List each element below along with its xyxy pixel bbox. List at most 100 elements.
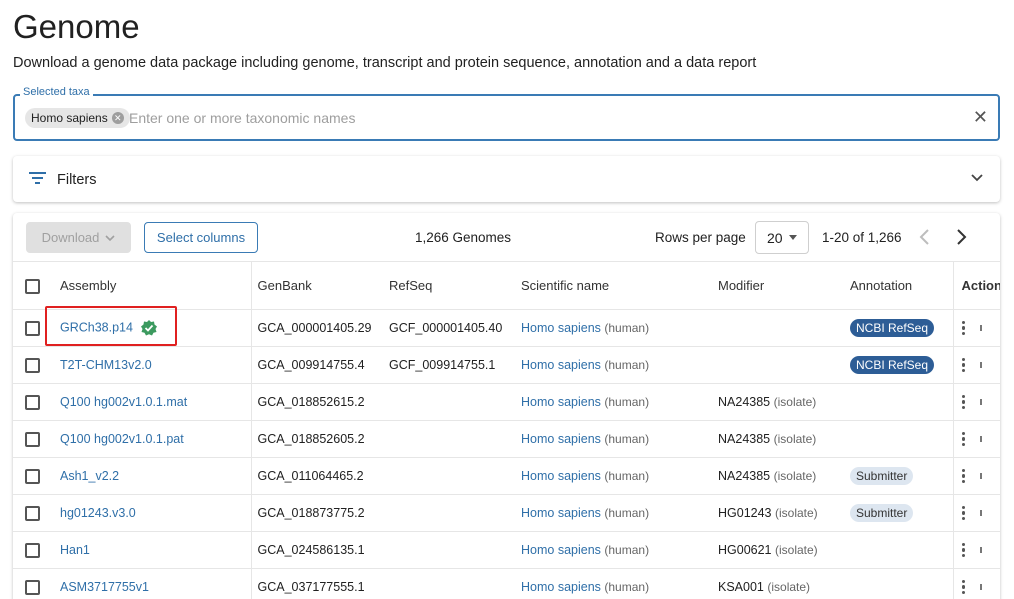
- assembly-link[interactable]: Han1: [60, 543, 90, 557]
- rows-per-page-select[interactable]: 20: [755, 221, 809, 254]
- table-row[interactable]: Q100 hg002v1.0.1.mat GCA_018852615.2 Homo …: [13, 383, 1000, 421]
- annotation-cell: [843, 568, 954, 599]
- scientific-name-link[interactable]: Homo sapiens: [521, 469, 601, 483]
- assembly-link[interactable]: hg01243.v3.0: [60, 506, 136, 520]
- select-all-checkbox[interactable]: [25, 278, 40, 294]
- more-vert-icon[interactable]: [961, 393, 966, 412]
- common-name: (human): [604, 395, 650, 409]
- taxon-chip-label: Homo sapiens: [31, 111, 108, 125]
- row-select-cell[interactable]: [13, 383, 49, 421]
- taxa-search-field[interactable]: Homo sapiens ✕ Enter one or more taxonom…: [13, 94, 1000, 141]
- modifier-cell: HG01243 (isolate): [711, 494, 843, 532]
- modifier-type: (isolate): [767, 580, 811, 594]
- filters-panel[interactable]: Filters: [13, 156, 1000, 202]
- table-row[interactable]: Ash1_v2.2 GCA_011064465.2 Homo sapiens (hu…: [13, 457, 1000, 495]
- modifier-cell: NA24385 (isolate): [711, 457, 843, 495]
- header-scientific-name[interactable]: Scientific name: [514, 261, 711, 310]
- table-row[interactable]: ASM3717755v1 GCA_037177555.1 Homo sapiens …: [13, 568, 1000, 599]
- row-select-cell[interactable]: [13, 309, 49, 347]
- header-annotation[interactable]: Annotation: [843, 261, 954, 310]
- more-vert-icon[interactable]: [961, 430, 966, 449]
- scientific-name-link[interactable]: Homo sapiens: [521, 432, 601, 446]
- assembly-link[interactable]: ASM3717755v1: [60, 580, 149, 594]
- scientific-name-cell: Homo sapiens (human): [514, 531, 711, 569]
- modifier-value: NA24385: [718, 432, 771, 446]
- more-vert-icon[interactable]: [961, 356, 966, 375]
- row-checkbox[interactable]: [25, 505, 40, 521]
- table-row[interactable]: hg01243.v3.0 GCA_018873775.2 Homo sapiens …: [13, 494, 1000, 532]
- scientific-name-link[interactable]: Homo sapiens: [521, 506, 601, 520]
- row-select-cell[interactable]: [13, 494, 49, 532]
- genbank-cell: GCA_018852605.2: [251, 420, 383, 458]
- annotation-badge: NCBI RefSeq: [850, 356, 935, 374]
- chevron-right-icon[interactable]: [954, 226, 970, 248]
- more-vert-icon[interactable]: [961, 504, 966, 523]
- refseq-cell: [383, 420, 514, 458]
- modifier-type: (isolate): [773, 395, 817, 409]
- more-vert-icon[interactable]: [961, 578, 966, 597]
- modifier-type: (isolate): [775, 543, 818, 557]
- download-button-label: Download: [41, 230, 100, 245]
- assembly-link[interactable]: Q100 hg002v1.0.1.pat: [60, 432, 184, 446]
- common-name: (human): [604, 506, 650, 520]
- row-checkbox[interactable]: [25, 320, 40, 336]
- row-checkbox[interactable]: [25, 579, 40, 595]
- truncated-action: [979, 547, 982, 553]
- row-checkbox[interactable]: [25, 357, 40, 373]
- select-all-cell[interactable]: [13, 261, 49, 310]
- annotation-badge: NCBI RefSeq: [850, 319, 935, 337]
- annotation-cell: NCBI RefSeq: [843, 346, 954, 384]
- common-name: (human): [604, 432, 650, 446]
- filters-label: Filters: [57, 172, 97, 188]
- more-vert-icon[interactable]: [961, 541, 966, 560]
- table-row[interactable]: Q100 hg002v1.0.1.pat GCA_018852605.2 Homo …: [13, 420, 1000, 458]
- row-select-cell[interactable]: [13, 420, 49, 458]
- cancel-chip-icon[interactable]: ✕: [111, 112, 124, 124]
- common-name: (human): [604, 358, 650, 372]
- select-columns-button[interactable]: Select columns: [144, 222, 258, 253]
- row-checkbox[interactable]: [25, 542, 40, 558]
- table-row[interactable]: T2T-CHM13v2.0 GCA_009914755.4 GCF_00991475…: [13, 346, 1000, 384]
- chevron-left-icon[interactable]: [916, 226, 932, 248]
- header-assembly[interactable]: Assembly: [49, 261, 252, 310]
- row-select-cell[interactable]: [13, 568, 49, 599]
- assembly-cell: Ash1_v2.2: [49, 457, 252, 495]
- assembly-link[interactable]: Ash1_v2.2: [60, 469, 119, 483]
- header-refseq[interactable]: RefSeq: [383, 261, 514, 310]
- taxon-chip[interactable]: Homo sapiens ✕: [25, 108, 130, 128]
- assembly-link[interactable]: T2T-CHM13v2.0: [60, 358, 152, 372]
- row-checkbox[interactable]: [25, 394, 40, 410]
- scientific-name-link[interactable]: Homo sapiens: [521, 358, 601, 372]
- row-checkbox[interactable]: [25, 468, 40, 484]
- scientific-name-link[interactable]: Homo sapiens: [521, 543, 601, 557]
- annotation-badge: Submitter: [850, 504, 914, 522]
- truncated-action: [979, 584, 982, 590]
- scientific-name-link[interactable]: Homo sapiens: [521, 395, 601, 409]
- annotation-cell: NCBI RefSeq: [843, 309, 954, 347]
- annotation-cell: Submitter: [843, 457, 954, 495]
- row-select-cell[interactable]: [13, 531, 49, 569]
- chevron-down-icon[interactable]: [970, 170, 984, 184]
- assembly-cell: Q100 hg002v1.0.1.mat: [49, 383, 252, 421]
- scientific-name-link[interactable]: Homo sapiens: [521, 580, 601, 594]
- download-button[interactable]: Download: [26, 222, 131, 253]
- row-checkbox[interactable]: [25, 431, 40, 447]
- table-row[interactable]: Han1 GCA_024586135.1 Homo sapiens (human) H…: [13, 531, 1000, 569]
- chevron-down-icon: [105, 234, 115, 241]
- more-vert-icon[interactable]: [961, 319, 966, 338]
- header-modifier[interactable]: Modifier: [711, 261, 843, 310]
- taxa-input-placeholder[interactable]: Enter one or more taxonomic names: [129, 110, 355, 126]
- genbank-cell: GCA_011064465.2: [251, 457, 383, 495]
- close-icon[interactable]: ✕: [973, 107, 988, 127]
- scientific-name-cell: Homo sapiens (human): [514, 568, 711, 599]
- scientific-name-link[interactable]: Homo sapiens: [521, 321, 601, 335]
- refseq-cell: [383, 383, 514, 421]
- actions-cell: [953, 383, 1000, 421]
- row-select-cell[interactable]: [13, 346, 49, 384]
- row-select-cell[interactable]: [13, 457, 49, 495]
- assembly-link[interactable]: Q100 hg002v1.0.1.mat: [60, 395, 187, 409]
- header-genbank[interactable]: GenBank: [251, 261, 383, 310]
- modifier-cell: HG00621 (isolate): [711, 531, 843, 569]
- more-vert-icon[interactable]: [961, 467, 966, 486]
- highlight-box: [45, 306, 177, 346]
